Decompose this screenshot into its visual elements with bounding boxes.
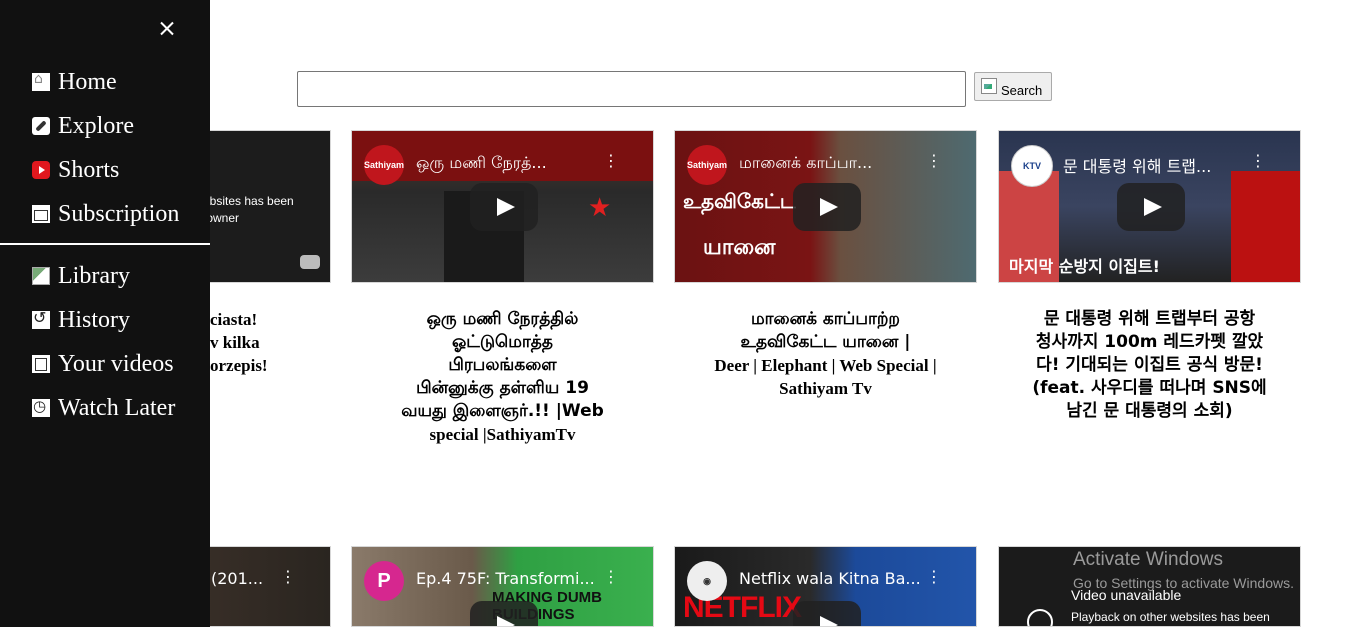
activate-subtitle: Go to Settings to activate Windows. [1073, 575, 1294, 591]
sidebar-item-subscription[interactable]: Subscription [32, 199, 179, 229]
video-overlay-title[interactable]: (201... [211, 569, 290, 588]
play-button[interactable] [793, 601, 861, 626]
video-thumbnail[interactable]: MAKING DUMB BUILDINGS P Ep.4 75F: Transf… [351, 546, 654, 627]
more-options-icon[interactable]: ⋮ [603, 153, 619, 169]
caption-line: மானைக் காப்பாற்ற [750, 309, 900, 329]
sidebar-item-your-videos[interactable]: Your videos [32, 349, 174, 379]
sidebar-item-label: Library [58, 262, 130, 289]
play-button[interactable] [1117, 183, 1185, 231]
sidebar-item-label: Your videos [58, 350, 174, 377]
play-button[interactable] [470, 183, 538, 231]
caption-line: 문 대통령 위해 트랩부터 공항 [1043, 309, 1256, 329]
unavailable-text: ebsites has been owner [203, 194, 294, 225]
caption-line: ஒரு மணி நேரத்தில் [426, 309, 579, 329]
sidebar-item-home[interactable]: Home [32, 67, 117, 97]
activate-title: Activate Windows [1073, 549, 1223, 570]
more-options-icon[interactable]: ⋮ [280, 569, 296, 585]
info-icon [1027, 609, 1053, 626]
sidebar-item-label: Watch Later [58, 394, 176, 421]
explore-icon [32, 117, 50, 135]
more-options-icon[interactable]: ⋮ [926, 153, 942, 169]
video-overlay-title[interactable]: Netflix wala Kitna Ba... [739, 569, 936, 588]
caption-line: 남긴 문 대통령의 소회) [1066, 401, 1233, 421]
video-thumbnail[interactable]: NETFLIX ◉ Netflix wala Kitna Ba... ⋮ [674, 546, 977, 627]
search-button-label: Search [1001, 83, 1043, 98]
broken-image-icon [981, 78, 999, 96]
video-overlay-title[interactable]: மானைக் காப்பா... [739, 153, 936, 174]
caption-line: (feat. 사우디를 떠나며 SNS에 [1032, 378, 1267, 398]
video-thumbnail[interactable]: 마지막 순방지 이집트! KTV 문 대통령 위해 트랩... ⋮ [998, 130, 1301, 283]
subscription-icon [32, 205, 50, 223]
activate-windows-watermark: Activate Windows Go to Settings to activ… [1073, 549, 1294, 591]
sidebar-divider [0, 243, 210, 245]
sidebar-item-library[interactable]: Library [32, 261, 130, 291]
star-icon: ★ [588, 193, 612, 223]
caption-line: பின்னுக்கு தள்ளிய 19 [416, 378, 589, 398]
video-thumbnail[interactable]: ★ Sathiyam ஒரு மணி நேரத்... ⋮ [351, 130, 654, 283]
channel-avatar[interactable]: ◉ [687, 561, 727, 601]
caption-line: Deer | Elephant | Web Special | [714, 356, 937, 375]
sidebar-item-explore[interactable]: Explore [32, 111, 134, 141]
caption-line: வயது இளைஞர்.!! |Web [401, 401, 604, 421]
search-input[interactable] [297, 71, 966, 107]
sidebar-item-label: History [58, 306, 130, 333]
youtube-logo-icon [300, 255, 320, 269]
video-overlay-title[interactable]: 문 대통령 위해 트랩... [1063, 153, 1260, 177]
more-options-icon[interactable]: ⋮ [603, 569, 619, 585]
sidebar-item-label: Shorts [58, 156, 120, 183]
caption-line: Sathiyam Tv [779, 379, 872, 398]
video-caption[interactable]: ciasta! v kilka orzepis! [210, 308, 330, 377]
sidebar-item-label: Subscription [58, 200, 180, 227]
play-button[interactable] [470, 601, 538, 626]
caption-line: ஓட்டுமொத்த [452, 332, 553, 352]
shorts-icon [32, 161, 50, 179]
sidebar-item-label: Explore [58, 112, 134, 139]
sidebar: Home Explore Shorts Subscription Library… [0, 0, 210, 627]
sidebar-item-history[interactable]: History [32, 305, 130, 335]
caption-line: பிரபலங்களை [448, 355, 557, 375]
library-icon [32, 267, 50, 285]
unavailable-subtitle: Playback on other websites has been [1071, 610, 1270, 624]
video-caption[interactable]: ஒரு மணி நேரத்தில் ஓட்டுமொத்த பிரபலங்களை … [351, 308, 654, 446]
channel-avatar[interactable]: Sathiyam [364, 145, 404, 185]
home-icon [32, 71, 50, 91]
caption-line: உதவிகேட்ட யானை | [740, 332, 911, 352]
video-overlay-title[interactable]: ஒரு மணி நேரத்... [416, 153, 613, 174]
thumbnail-text: 마지막 순방지 이집트! [1009, 257, 1160, 276]
watch-later-icon [32, 397, 50, 417]
close-icon[interactable] [155, 17, 179, 41]
video-caption[interactable]: 문 대통령 위해 트랩부터 공항 청사까지 100m 레드카펫 깔았 다! 기대… [998, 308, 1301, 423]
channel-avatar[interactable]: P [364, 561, 404, 601]
sidebar-item-shorts[interactable]: Shorts [32, 155, 119, 185]
more-options-icon[interactable]: ⋮ [926, 569, 942, 585]
channel-avatar[interactable]: KTV [1011, 145, 1053, 187]
caption-line: 청사까지 100m 레드카펫 깔았 [1035, 332, 1264, 352]
caption-line: 다! 기대되는 이집트 공식 방문! [1036, 355, 1263, 375]
channel-avatar[interactable]: Sathiyam [687, 145, 727, 185]
history-icon [32, 308, 50, 329]
your-videos-icon [32, 355, 50, 373]
video-thumbnail[interactable]: உதவிகேட்ட யானை Sathiyam மானைக் காப்பா...… [674, 130, 977, 283]
video-caption[interactable]: மானைக் காப்பாற்ற உதவிகேட்ட யானை | Deer |… [674, 308, 977, 400]
sidebar-item-label: Home [58, 68, 117, 95]
video-overlay-title[interactable]: Ep.4 75F: Transformi... [416, 569, 613, 588]
thumbnail-text: யானை [703, 235, 776, 260]
search-button[interactable]: Search [974, 72, 1052, 101]
caption-line: special |SathiyamTv [429, 425, 576, 444]
more-options-icon[interactable]: ⋮ [1250, 153, 1266, 169]
sidebar-item-watch-later[interactable]: Watch Later [32, 393, 175, 423]
play-button[interactable] [793, 183, 861, 231]
